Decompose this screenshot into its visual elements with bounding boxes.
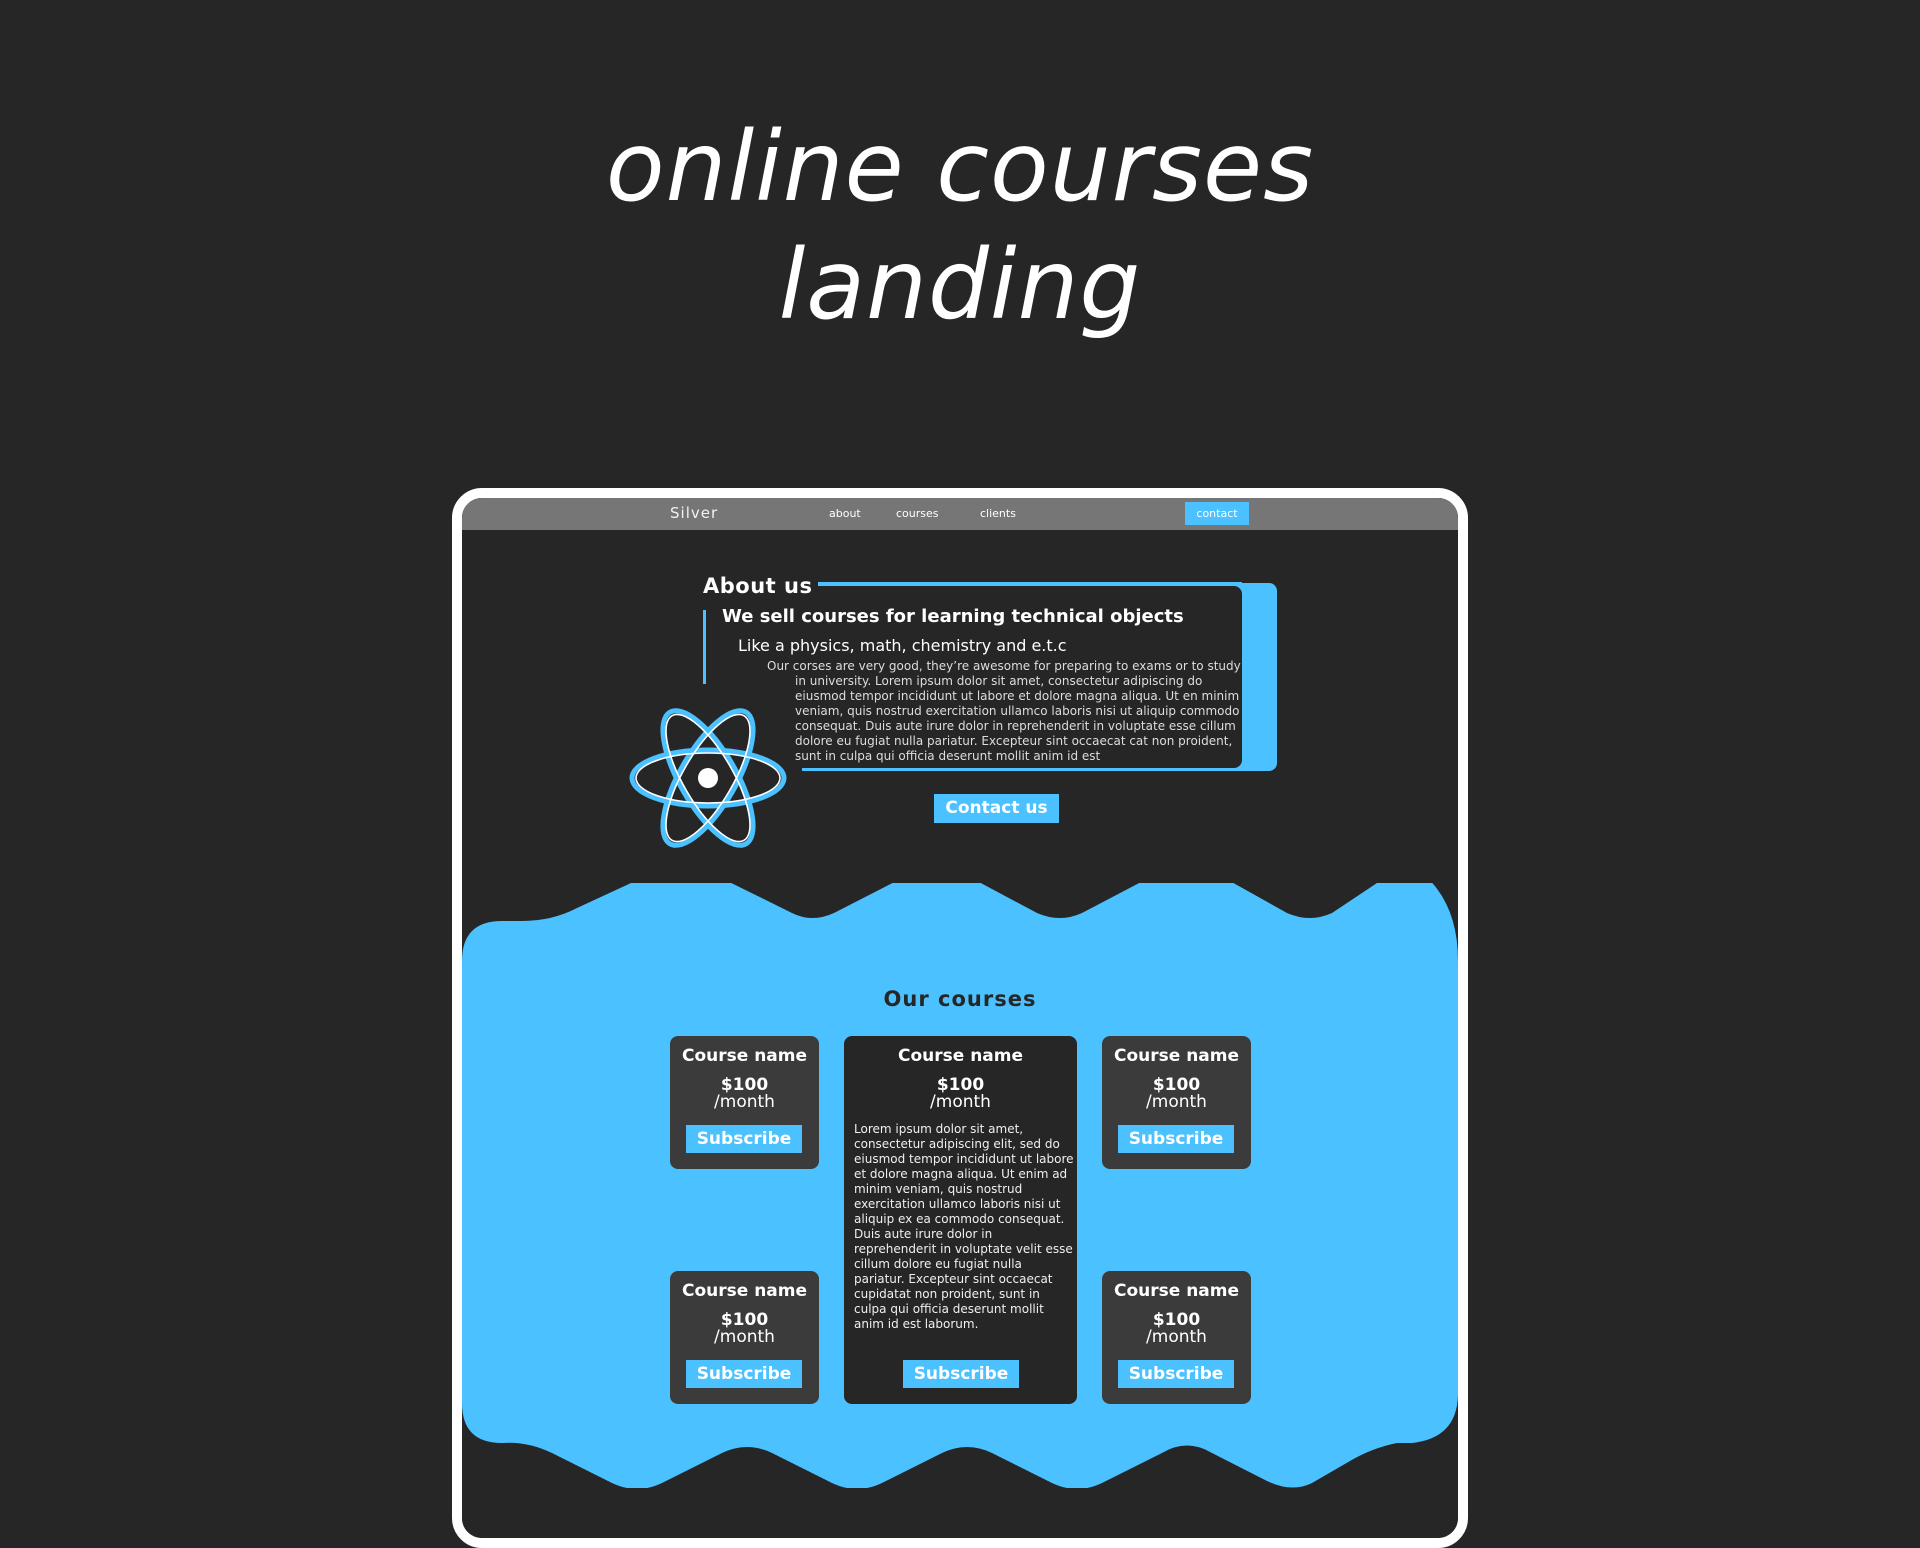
course-period: /month (930, 1092, 991, 1112)
brand-logo[interactable]: Silver (670, 504, 718, 522)
hero-title-line-2: landing (778, 229, 1142, 341)
course-period: /month (714, 1092, 775, 1112)
course-name: Course name (1113, 1281, 1240, 1301)
contact-us-button[interactable]: Contact us (934, 794, 1059, 823)
course-card: Course name $100 /month Subscribe (670, 1036, 819, 1169)
course-name: Course name (681, 1281, 808, 1301)
subscribe-button[interactable]: Subscribe (903, 1360, 1019, 1388)
about-title: About us (703, 574, 819, 598)
website: Silver about courses clients contact Abo… (462, 498, 1458, 1538)
course-period: /month (714, 1327, 775, 1347)
course-card-featured: Course name $100 /month Lorem ipsum dolo… (844, 1036, 1077, 1404)
about-accent-line (802, 768, 1242, 771)
device-frame: Silver about courses clients contact Abo… (452, 488, 1468, 1548)
nav-link-courses[interactable]: courses (896, 507, 939, 520)
course-name: Course name (897, 1046, 1024, 1066)
about-accent-bar (703, 610, 706, 684)
hero-title: online courses landing (0, 108, 1920, 344)
nav-link-clients[interactable]: clients (980, 507, 1016, 520)
navbar: Silver about courses clients contact (462, 498, 1458, 530)
course-period: /month (1146, 1092, 1207, 1112)
hero-title-line-1: online courses (605, 111, 1315, 223)
subscribe-button[interactable]: Subscribe (686, 1125, 802, 1153)
nav-contact-button[interactable]: contact (1185, 502, 1249, 525)
course-period: /month (1146, 1327, 1207, 1347)
about-accent-line (802, 582, 1242, 585)
course-name: Course name (681, 1046, 808, 1066)
atom-icon (629, 708, 787, 848)
nav-link-about[interactable]: about (829, 507, 861, 520)
subscribe-button[interactable]: Subscribe (1118, 1125, 1234, 1153)
about-heading: We sell courses for learning technical o… (722, 606, 1184, 627)
course-card: Course name $100 /month Subscribe (1102, 1271, 1251, 1404)
subscribe-button[interactable]: Subscribe (686, 1360, 802, 1388)
courses-title: Our courses (883, 987, 1037, 1011)
about-subheading: Like a physics, math, chemistry and e.t.… (738, 636, 1067, 655)
course-description: Lorem ipsum dolor sit amet, consectetur … (854, 1122, 1074, 1331)
about-paragraph: Our corses are very good, they’re awesom… (767, 659, 1241, 763)
course-card: Course name $100 /month Subscribe (1102, 1036, 1251, 1169)
subscribe-button[interactable]: Subscribe (1118, 1360, 1234, 1388)
course-card: Course name $100 /month Subscribe (670, 1271, 819, 1404)
course-name: Course name (1113, 1046, 1240, 1066)
